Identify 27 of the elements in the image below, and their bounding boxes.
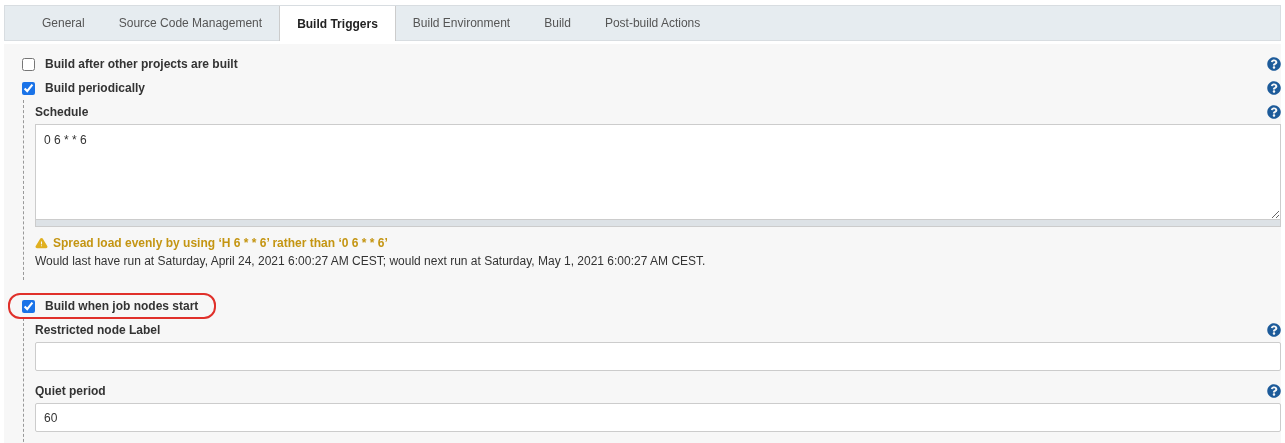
checkbox[interactable] [22, 57, 35, 71]
tab[interactable]: Post-build Actions [587, 6, 718, 40]
warning-message: Spread load evenly by using ‘H 6 * * 6’ rather than ‘0 6 * * 6’ [53, 236, 388, 250]
text-field[interactable]: 60 [35, 403, 1281, 432]
resize-grip[interactable] [35, 220, 1281, 227]
tab[interactable]: Build Environment [395, 6, 528, 40]
field-label: Quiet period [35, 384, 106, 398]
tab[interactable]: General [25, 6, 102, 40]
checkbox-label[interactable]: Build when job nodes start [45, 299, 199, 313]
help-icon[interactable] [1267, 81, 1281, 95]
tab[interactable]: Build [527, 6, 588, 40]
help-icon[interactable] [1267, 105, 1281, 119]
checkbox[interactable] [22, 299, 35, 313]
text-field[interactable] [35, 342, 1281, 371]
checkbox-label[interactable]: Build periodically [45, 81, 146, 95]
checkbox-label[interactable]: Build after other projects are built [45, 57, 238, 71]
schedule-info: Would last have run at Saturday, April 24, 2021 6:00:27 AM CEST; would next run at Saturday, May 1, 2021 6:00:27 AM CEST. [35, 254, 707, 268]
field-label: Schedule [35, 105, 89, 119]
warning-icon [35, 236, 48, 250]
help-icon[interactable] [1267, 323, 1281, 337]
help-icon[interactable] [1267, 57, 1281, 71]
field-label: Restricted node Label [35, 323, 161, 337]
tab[interactable]: Source Code Management [101, 6, 280, 40]
tab[interactable]: Build Triggers [279, 6, 396, 41]
checkbox[interactable] [22, 81, 35, 95]
schedule-textarea[interactable]: 0 6 * * 6 [35, 124, 1281, 220]
help-icon[interactable] [1267, 384, 1281, 398]
